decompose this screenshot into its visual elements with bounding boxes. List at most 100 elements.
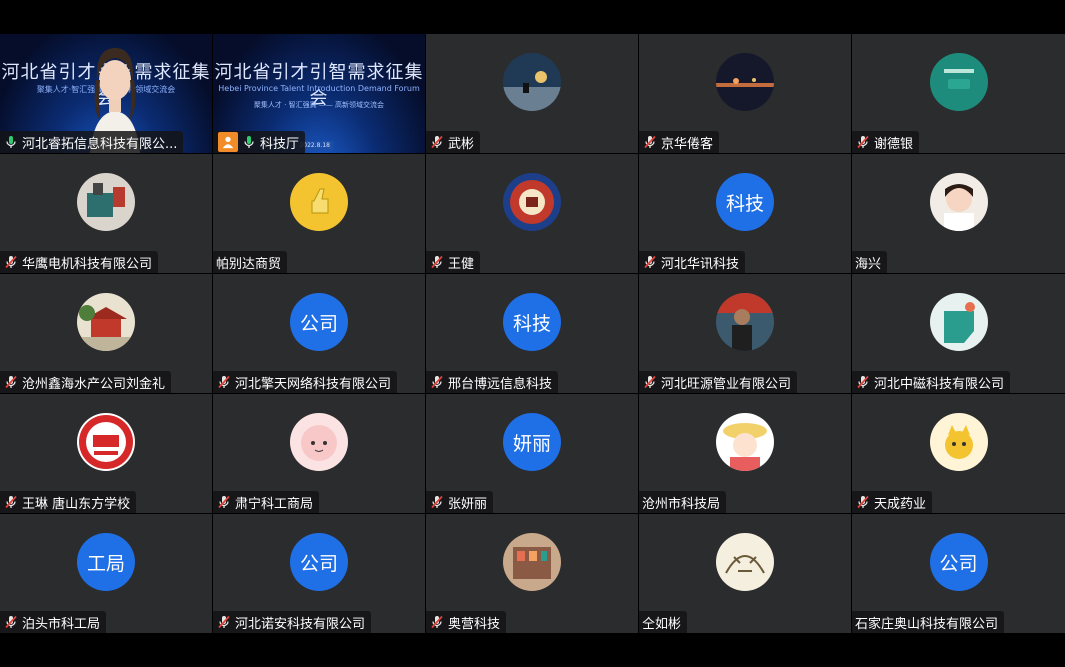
thumbs-up-photo — [290, 173, 348, 231]
tiger-sketch-photo — [716, 533, 774, 591]
participant-label: 武彬 — [426, 131, 481, 153]
avatar: 工局 — [77, 533, 135, 591]
mic-muted-icon — [642, 134, 658, 150]
host-icon — [218, 132, 238, 152]
man-photo — [716, 293, 774, 351]
mic-muted-icon — [429, 254, 445, 270]
participant-tile[interactable]: 天成药业 — [852, 394, 1065, 513]
participant-tile[interactable]: 科技 河北华讯科技 — [639, 154, 851, 273]
participant-name: 河北诺安科技有限公司 — [235, 616, 366, 632]
pink-face-photo — [290, 413, 348, 471]
participant-label: 奥营科技 — [426, 611, 507, 633]
night-lights-photo — [716, 53, 774, 111]
participant-name: 石家庄奥山科技有限公司 — [855, 616, 999, 632]
participant-name: 沧州鑫海水产公司刘金礼 — [22, 376, 166, 392]
participant-tile[interactable]: 沧州市科技局 — [639, 394, 851, 513]
participant-tile[interactable]: 王琳 唐山东方学校 — [0, 394, 212, 513]
participant-label: 河北旺源管业有限公司 — [639, 371, 798, 393]
participant-tile[interactable]: 公司河北诺安科技有限公司 — [213, 514, 425, 633]
night-sky-photo — [503, 53, 561, 111]
participant-name: 肃宁科工商局 — [235, 496, 314, 512]
participant-tile[interactable]: 奥营科技 — [426, 514, 638, 633]
participant-label: 张妍丽 — [426, 491, 494, 513]
mic-muted-icon — [429, 494, 445, 510]
participant-tile[interactable]: 科技邢台博远信息科技 — [426, 274, 638, 393]
participant-tile[interactable]: 河北中磁科技有限公司 — [852, 274, 1065, 393]
mic-muted-icon — [3, 614, 19, 630]
participant-tile[interactable]: 海兴 — [852, 154, 1065, 273]
participant-tile[interactable]: 京华倦客 — [639, 34, 851, 153]
participant-tile[interactable]: 王健 — [426, 154, 638, 273]
participant-tile[interactable]: 河北省引才引智需求征集会 Hebei Province Talent Introd… — [213, 34, 425, 153]
participant-name: 河北睿拓信息科技有限公... — [22, 136, 178, 152]
participant-name: 京华倦客 — [661, 136, 714, 152]
cat-sticker-photo — [929, 413, 988, 471]
participant-tile[interactable]: 沧州鑫海水产公司刘金礼 — [0, 274, 212, 393]
participant-label: 泊头市科工局 — [0, 611, 107, 633]
mic-muted-icon — [642, 254, 658, 270]
mic-muted-icon — [429, 374, 445, 390]
participant-tile[interactable]: 仝如彬 — [639, 514, 851, 633]
participant-label: 沧州鑫海水产公司刘金礼 — [0, 371, 172, 393]
shop-photo — [503, 533, 561, 591]
participant-name: 河北擎天网络科技有限公司 — [235, 376, 392, 392]
mic-muted-icon — [855, 134, 871, 150]
avatar: 科技 — [503, 293, 561, 351]
participant-tile[interactable]: 华鹰电机科技有限公司 — [0, 154, 212, 273]
participant-name: 泊头市科工局 — [22, 616, 101, 632]
participant-label: 京华倦客 — [639, 131, 720, 153]
mic-muted-icon — [429, 134, 445, 150]
mic-muted-icon — [642, 374, 658, 390]
participant-label: 石家庄奥山科技有限公司 — [852, 611, 1005, 633]
participant-name: 河北旺源管业有限公司 — [661, 376, 792, 392]
participant-tile[interactable]: 武彬 — [426, 34, 638, 153]
participant-label: 邢台博远信息科技 — [426, 371, 559, 393]
participant-label: 仝如彬 — [639, 611, 688, 633]
participant-label: 河北擎天网络科技有限公司 — [213, 371, 398, 393]
mic-muted-icon — [855, 374, 871, 390]
participant-tile[interactable]: 公司 石家庄奥山科技有限公司 — [852, 514, 1065, 633]
mic-muted-icon — [216, 614, 232, 630]
school-logo — [77, 413, 135, 471]
participant-tile[interactable]: 河北旺源管业有限公司 — [639, 274, 851, 393]
participant-name: 天成药业 — [874, 496, 927, 512]
participant-name: 谢德银 — [874, 136, 914, 152]
participant-name: 张妍丽 — [448, 496, 488, 512]
participant-tile[interactable]: 妍丽 张妍丽 — [426, 394, 638, 513]
participant-tile[interactable]: 公司 河北擎天网络科技有限公司 — [213, 274, 425, 393]
participant-label: 王健 — [426, 251, 481, 273]
participant-tile[interactable]: 肃宁科工商局 — [213, 394, 425, 513]
participant-name: 科技厅 — [260, 136, 300, 152]
participant-name: 王健 — [448, 256, 475, 272]
anime-girl-photo — [716, 413, 774, 471]
mic-muted-icon — [3, 494, 19, 510]
participant-label: 海兴 — [852, 251, 888, 273]
participant-tile[interactable]: 帕别达商贸 — [213, 154, 425, 273]
participant-grid: 河北省引才引智需求征集会聚集人才·智汇强冀——高新领域交流会河北睿拓信息科技有限… — [0, 34, 1065, 634]
participant-tile[interactable]: 河北省引才引智需求征集会聚集人才·智汇强冀——高新领域交流会河北睿拓信息科技有限… — [0, 34, 212, 153]
teal-card-photo — [929, 53, 988, 111]
participant-label: 河北华讯科技 — [639, 251, 746, 273]
mic-muted-icon — [855, 494, 871, 510]
avatar: 公司 — [290, 533, 348, 591]
machine-photo — [77, 173, 135, 231]
mic-on-icon — [241, 134, 257, 150]
participant-tile[interactable]: 工局泊头市科工局 — [0, 514, 212, 633]
mic-muted-icon — [429, 614, 445, 630]
participant-tile[interactable]: 谢德银 — [852, 34, 1065, 153]
participant-label: 河北诺安科技有限公司 — [213, 611, 372, 633]
participant-name: 仝如彬 — [642, 616, 682, 632]
participant-name: 河北华讯科技 — [661, 256, 740, 272]
participant-label: 华鹰电机科技有限公司 — [0, 251, 159, 273]
mic-muted-icon — [3, 374, 19, 390]
child-photo — [929, 173, 988, 231]
temple-photo — [77, 293, 135, 351]
participant-name: 奥营科技 — [448, 616, 501, 632]
mic-muted-icon — [3, 254, 19, 270]
participant-label: 谢德银 — [852, 131, 920, 153]
participant-name: 王琳 唐山东方学校 — [22, 496, 131, 512]
participant-label: 河北中磁科技有限公司 — [852, 371, 1011, 393]
emblem-logo — [503, 173, 561, 231]
participant-label: 王琳 唐山东方学校 — [0, 491, 137, 513]
participant-name: 武彬 — [448, 136, 475, 152]
